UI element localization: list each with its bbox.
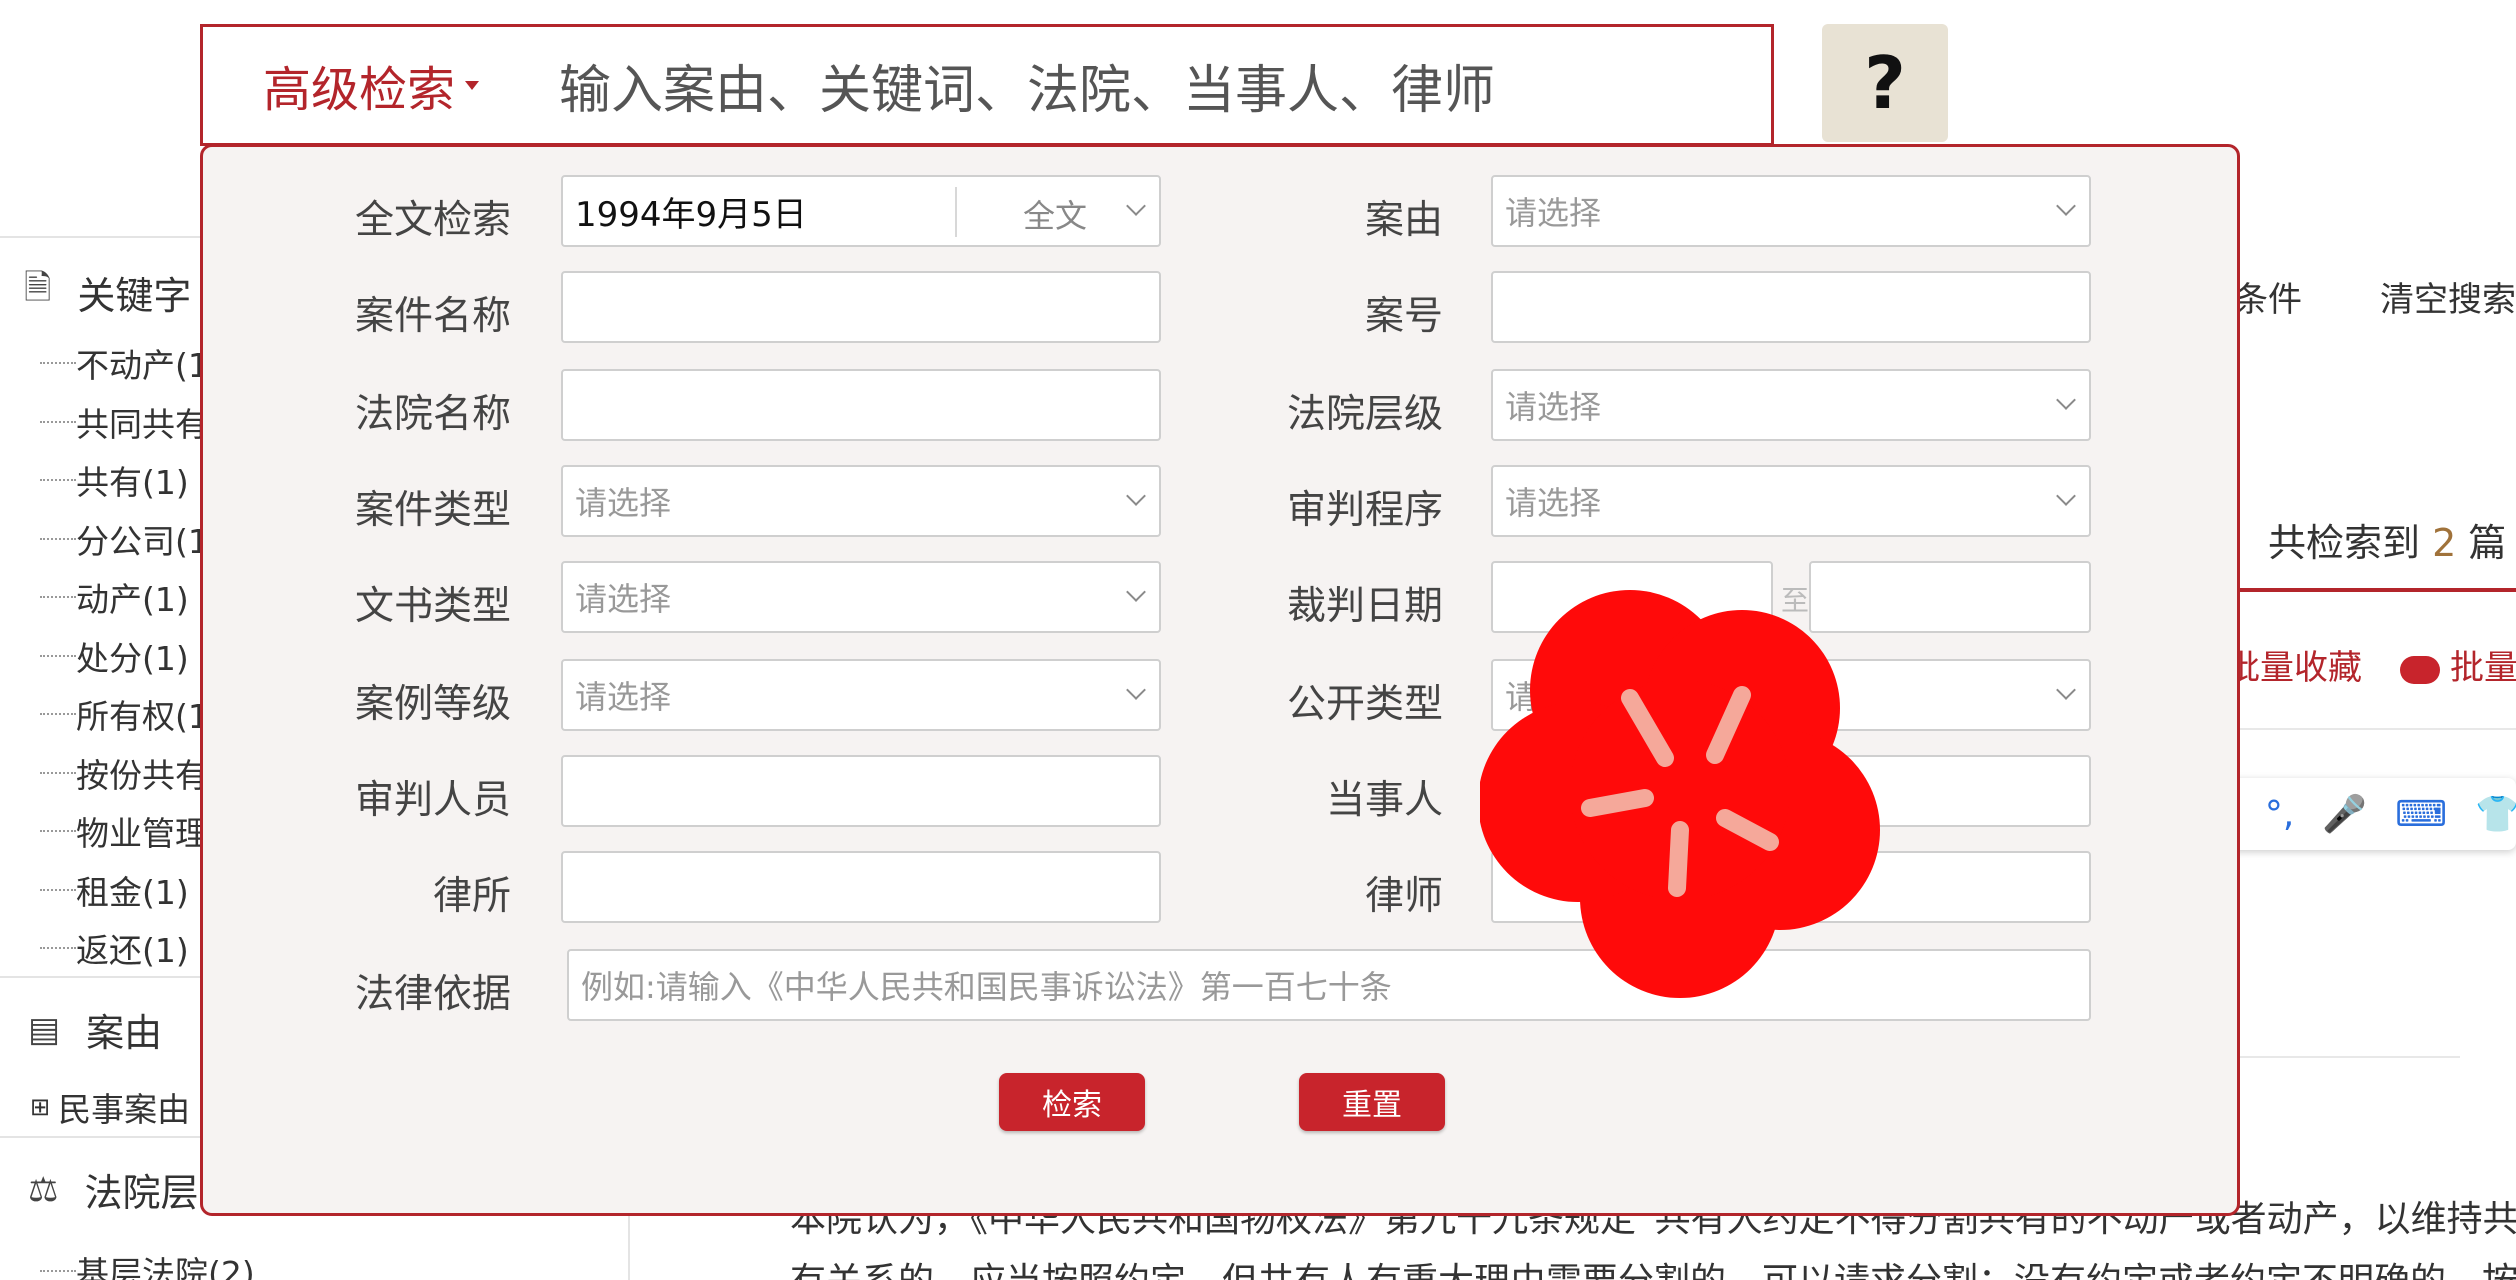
- batch-download-button[interactable]: 批量: [2400, 640, 2516, 689]
- trial-procedure-select[interactable]: 请选择: [1491, 465, 2091, 537]
- chevron-down-icon: [1126, 582, 1146, 602]
- chevron-down-icon: [1126, 680, 1146, 700]
- keyboard-icon[interactable]: ⌨: [2395, 794, 2447, 835]
- conditions-link[interactable]: 条件: [2234, 272, 2302, 321]
- cause-item[interactable]: ⊞ 民事案由: [30, 1078, 190, 1137]
- cause-select[interactable]: 请选择: [1491, 175, 2091, 247]
- main-search-input[interactable]: 输入案由、关键词、法院、当事人、律师: [559, 48, 1495, 123]
- court-level-section-title[interactable]: ⚖ 法院层: [28, 1162, 199, 1217]
- doc-type-label: 文书类型: [354, 584, 511, 629]
- cause-tree: ⊞ 民事案由: [30, 1078, 190, 1137]
- keyword-item[interactable]: 共有(1): [40, 451, 209, 510]
- judge-field[interactable]: [561, 755, 1161, 827]
- keyword-item[interactable]: 物业管理: [40, 802, 209, 861]
- keyword-item[interactable]: 租金(1): [40, 861, 209, 920]
- case-type-label: 案件类型: [354, 488, 511, 533]
- court-title-text: 法院层: [84, 1171, 199, 1215]
- fulltext-label: 全文检索: [354, 198, 511, 243]
- keyword-title-text: 关键字: [77, 274, 192, 318]
- chevron-down-icon: [2056, 680, 2076, 700]
- party-label: 当事人: [1325, 778, 1443, 823]
- divider: [2236, 1056, 2460, 1058]
- court-name-label: 法院名称: [354, 392, 511, 437]
- cloud-download-icon: [2400, 655, 2440, 684]
- fulltext-value: 1994年9月5日: [575, 194, 807, 235]
- court-level-label: 法院层级: [1286, 392, 1443, 437]
- document-icon: 🗎: [24, 268, 52, 308]
- advanced-search-label: 高级检索: [263, 62, 456, 118]
- trial-procedure-label: 审判程序: [1286, 488, 1443, 533]
- legal-basis-label: 法律依据: [354, 972, 511, 1017]
- punctuation-icon[interactable]: °,: [2265, 794, 2294, 835]
- judgment-date-label: 裁判日期: [1286, 584, 1443, 629]
- court-tree: 基层法院(2): [40, 1242, 255, 1280]
- keyword-item[interactable]: 共同共有: [40, 393, 209, 452]
- keyword-item[interactable]: 分公司(1: [40, 510, 209, 569]
- search-bar: 高级检索 输入案由、关键词、法院、当事人、律师: [200, 24, 1774, 146]
- microphone-icon[interactable]: 🎤: [2322, 793, 2367, 835]
- case-level-label: 案例等级: [354, 682, 511, 727]
- skin-icon[interactable]: 👕: [2475, 793, 2516, 835]
- keyword-tree: 不动产(1 共同共有 共有(1) 分公司(1 动产(1) 处分(1) 所有权(1…: [40, 334, 209, 978]
- keyword-item[interactable]: 不动产(1: [40, 334, 209, 393]
- court-level-select[interactable]: 请选择: [1491, 369, 2091, 441]
- fulltext-scope-select[interactable]: 全文: [1023, 191, 1087, 237]
- case-type-select[interactable]: 请选择: [561, 465, 1161, 537]
- help-button[interactable]: ?: [1822, 24, 1948, 142]
- scales-icon: ⚖: [28, 1169, 59, 1210]
- keyword-item[interactable]: 返还(1): [40, 919, 209, 978]
- case-level-select[interactable]: 请选择: [561, 659, 1161, 731]
- result-snippet-line: 有关系的，应当按照约定，但共有人有重大理由需要分割的，可以请求分割；没有约定或者…: [790, 1252, 2516, 1280]
- chevron-down-icon: [2056, 196, 2076, 216]
- cause-label: 案由: [1364, 198, 1443, 243]
- chevron-down-icon: [2056, 390, 2076, 410]
- divider: [2236, 728, 2516, 730]
- search-button[interactable]: 检索: [999, 1073, 1145, 1131]
- court-item[interactable]: 基层法院(2): [40, 1242, 255, 1280]
- keyword-section-title[interactable]: 🗎 关键字: [24, 264, 191, 321]
- caret-down-icon: [465, 80, 480, 90]
- doc-type-select[interactable]: 请选择: [561, 561, 1161, 633]
- court-name-field[interactable]: [561, 369, 1161, 441]
- law-firm-field[interactable]: [561, 851, 1161, 923]
- chevron-down-icon: [1126, 196, 1146, 216]
- lawyer-label: 律师: [1364, 874, 1443, 919]
- plum-blossom-icon: [1480, 590, 1880, 998]
- results-header-line: [2236, 588, 2516, 592]
- chevron-down-icon: [1126, 486, 1146, 506]
- law-firm-label: 律所: [432, 874, 511, 919]
- expand-plus-icon[interactable]: ⊞: [30, 1093, 50, 1121]
- keyword-item[interactable]: 按份共有: [40, 744, 209, 803]
- batch-collect-button[interactable]: 批量收藏: [2226, 640, 2362, 689]
- case-number-field[interactable]: [1491, 271, 2091, 343]
- list-icon: ▤: [28, 1009, 61, 1050]
- cause-section-title[interactable]: ▤ 案由: [28, 1002, 162, 1057]
- cause-title-text: 案由: [86, 1011, 163, 1055]
- advanced-search-toggle[interactable]: 高级检索: [263, 50, 480, 120]
- keyword-item[interactable]: 动产(1): [40, 568, 209, 627]
- case-name-label: 案件名称: [354, 294, 511, 339]
- case-number-label: 案号: [1364, 294, 1443, 339]
- judge-label: 审判人员: [354, 778, 511, 823]
- public-type-label: 公开类型: [1286, 682, 1443, 727]
- clear-search-link[interactable]: 清空搜索: [2380, 272, 2516, 321]
- keyword-item[interactable]: 处分(1): [40, 627, 209, 686]
- result-count: 共检索到 2 篇: [2268, 521, 2507, 565]
- chevron-down-icon: [2056, 486, 2076, 506]
- fulltext-field[interactable]: 1994年9月5日 全文: [561, 175, 1161, 247]
- case-name-field[interactable]: [561, 271, 1161, 343]
- advanced-search-panel: 全文检索 1994年9月5日 全文 案由 请选择 案件名称 案号 法院名称 法院…: [200, 144, 2240, 1216]
- keyword-item[interactable]: 所有权(1: [40, 685, 209, 744]
- reset-button[interactable]: 重置: [1299, 1073, 1445, 1131]
- result-count-number: 2: [2432, 521, 2457, 565]
